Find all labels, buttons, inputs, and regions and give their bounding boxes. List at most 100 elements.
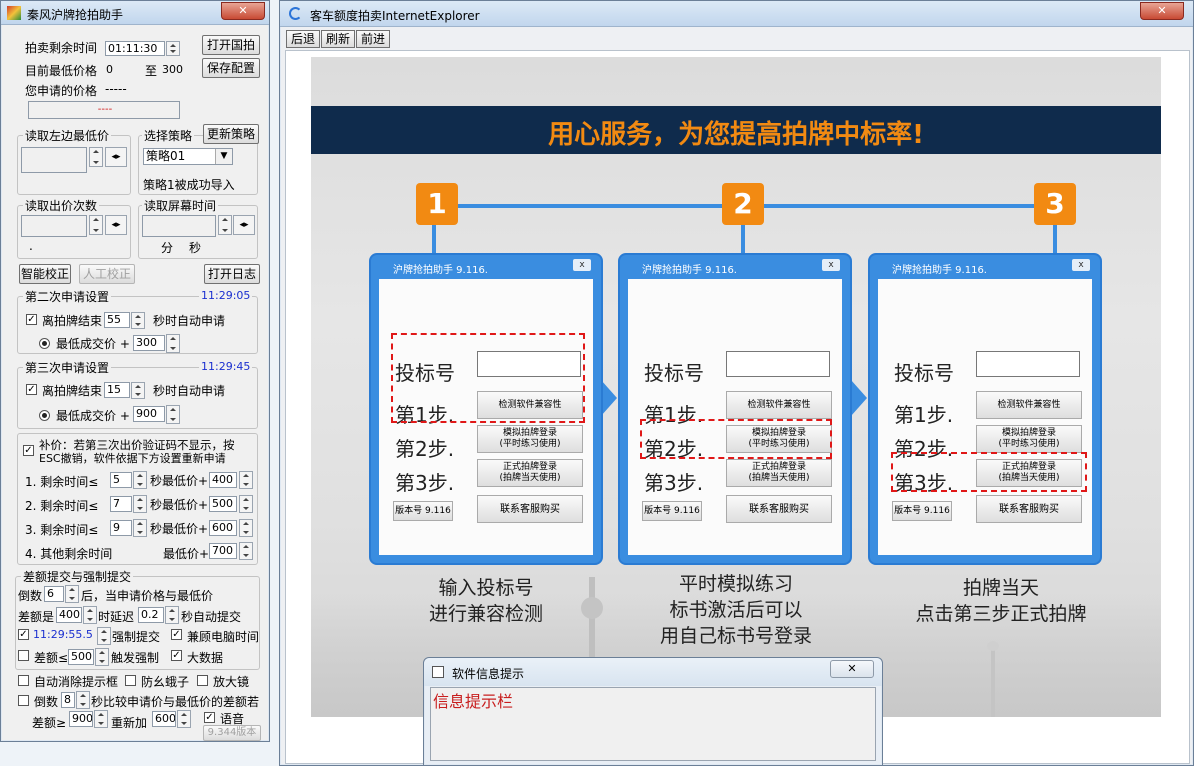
diff-spin[interactable] [83, 606, 97, 624]
refresh-button[interactable]: 刷新 [321, 30, 355, 48]
row2-mid: 秒最低价+ [150, 498, 209, 512]
update-strategy-button[interactable]: 更新策略 [203, 124, 259, 144]
row4-label: 4. 其他剩余时间 [25, 547, 113, 561]
third-plus-field[interactable]: 900 [133, 406, 165, 422]
countdown-spin[interactable] [65, 585, 79, 603]
row3-sec-spin[interactable] [133, 519, 147, 537]
time-field[interactable]: 01:11:30 [105, 41, 165, 56]
diff-gt-field[interactable]: 900 [69, 711, 93, 727]
browser-close-button[interactable]: ✕ [1140, 2, 1184, 20]
diff-field[interactable]: 400 [56, 607, 82, 623]
row3-price-field[interactable]: 600 [209, 520, 237, 536]
third-end-spin[interactable] [131, 382, 145, 399]
third-plus-spin[interactable] [166, 405, 180, 424]
auto-clear-checkbox[interactable] [18, 675, 29, 686]
close-button[interactable]: ✕ [221, 2, 265, 20]
force-checkbox[interactable]: ✓ [18, 629, 29, 640]
sim-line2: (平时练习使用) [998, 439, 1060, 449]
caption-1: 输入投标号 进行兼容检测 [371, 575, 601, 627]
voice-checkbox[interactable]: ✓ [204, 712, 215, 723]
diff-le-field[interactable]: 500 [68, 649, 94, 665]
browser-titlebar[interactable]: 客车额度拍卖InternetExplorer ✕ [280, 1, 1193, 27]
diff-le-checkbox[interactable] [18, 650, 29, 661]
diff-gt-spin[interactable] [94, 710, 108, 728]
screen-time-field[interactable] [142, 215, 216, 237]
highlight-step3 [891, 452, 1087, 492]
open-log-button[interactable]: 打开日志 [204, 264, 260, 284]
anti-bug-checkbox[interactable] [125, 675, 136, 686]
force-spin[interactable] [97, 627, 111, 645]
step1-drop [432, 223, 436, 257]
second-end-checkbox[interactable]: ✓ [26, 314, 37, 325]
second-auto-label: 秒时自动申请 [153, 314, 226, 328]
screen-time-lr[interactable]: ◂▸ [233, 215, 255, 235]
countdown2-checkbox[interactable] [18, 695, 29, 706]
readd-spin[interactable] [177, 710, 191, 728]
row1-sec-field[interactable]: 5 [110, 472, 132, 488]
back-button[interactable]: 后退 [286, 30, 320, 48]
bid-count-field[interactable] [21, 215, 87, 237]
manual-calib-button: 人工校正 [79, 264, 135, 284]
read-left-lr[interactable]: ◂▸ [105, 147, 127, 167]
bigdata-checkbox[interactable]: ✓ [171, 650, 182, 661]
force-label: 强制提交 [112, 630, 161, 644]
magnifier-label: 放大镜 [213, 675, 250, 689]
bid-count-spin[interactable] [89, 215, 103, 235]
row2-sec-spin[interactable] [133, 495, 147, 513]
second-radio[interactable] [39, 338, 50, 349]
save-config-button[interactable]: 保存配置 [202, 58, 260, 78]
forward-button[interactable]: 前进 [356, 30, 390, 48]
lamp-head [987, 641, 999, 651]
supplement-checkbox[interactable]: ✓ [23, 445, 34, 456]
countdown2-field[interactable]: 8 [61, 692, 75, 708]
banner-title: 用心服务，为您提高拍牌中标率! [548, 120, 924, 150]
your-price-label: 您申请的价格 [25, 84, 98, 98]
read-left-field[interactable] [21, 147, 87, 173]
caption-3-line2: 点击第三步正式拍牌 [915, 603, 1087, 625]
row4-price-spin[interactable] [239, 542, 253, 560]
row2-price-spin[interactable] [239, 495, 253, 513]
smart-calib-button[interactable]: 智能校正 [19, 264, 71, 284]
bid-count-dot: . [29, 239, 33, 253]
mini-window-3: 沪牌抢拍助手 9.116. x 投标号 第1步. 检测软件兼容性 第2步. 模拟… [868, 253, 1102, 565]
info-close-button[interactable]: ✕ [830, 660, 874, 678]
info-title: 软件信息提示 [452, 667, 525, 681]
bid-count-lr[interactable]: ◂▸ [105, 215, 127, 235]
diff-le-spin[interactable] [95, 648, 109, 666]
row3-sec-field[interactable]: 9 [110, 520, 132, 536]
row2-sec-field[interactable]: 7 [110, 496, 132, 512]
time-spin[interactable] [166, 41, 180, 56]
chevron-down-icon[interactable]: ▼ [215, 149, 232, 164]
magnifier-checkbox[interactable] [197, 675, 208, 686]
row2-label: 2. 剩余时间≤ [25, 499, 99, 513]
bid-no-input-2 [726, 351, 830, 377]
delay-field[interactable]: 0.2 [138, 607, 164, 623]
second-end-field[interactable]: 55 [104, 312, 130, 328]
countdown-field[interactable]: 6 [44, 586, 64, 602]
compat-checkbox[interactable]: ✓ [171, 629, 182, 640]
second-radio-label: 最低成交价 + [56, 337, 130, 351]
third-end-field[interactable]: 15 [104, 382, 130, 398]
second-end-spin[interactable] [131, 312, 145, 329]
third-end-checkbox[interactable]: ✓ [26, 384, 37, 395]
read-left-spin[interactable] [89, 147, 103, 167]
row4-price-field[interactable]: 700 [209, 543, 237, 559]
countdown2-spin[interactable] [76, 691, 90, 709]
second-plus-field[interactable]: 300 [133, 335, 165, 351]
delay-spin[interactable] [165, 606, 179, 624]
real-line1: 正式拍牌登录 [751, 462, 806, 472]
helper-titlebar[interactable]: 秦风沪牌抢拍助手 ✕ [1, 1, 269, 25]
diff-gt-label: 差额≥ [32, 716, 67, 730]
screen-time-spin[interactable] [218, 215, 232, 235]
row1-price-spin[interactable] [239, 471, 253, 489]
row1-sec-spin[interactable] [133, 471, 147, 489]
second-plus-spin[interactable] [166, 334, 180, 353]
third-radio[interactable] [39, 410, 50, 421]
info-titlebar[interactable]: 软件信息提示 ✕ [424, 658, 882, 686]
strategy-status: 策略1被成功导入 [143, 178, 235, 192]
row3-price-spin[interactable] [239, 519, 253, 537]
readd-field[interactable]: 600 [152, 711, 176, 727]
open-guopai-button[interactable]: 打开国拍 [202, 35, 260, 55]
row1-price-field[interactable]: 400 [209, 472, 237, 488]
row2-price-field[interactable]: 500 [209, 496, 237, 512]
